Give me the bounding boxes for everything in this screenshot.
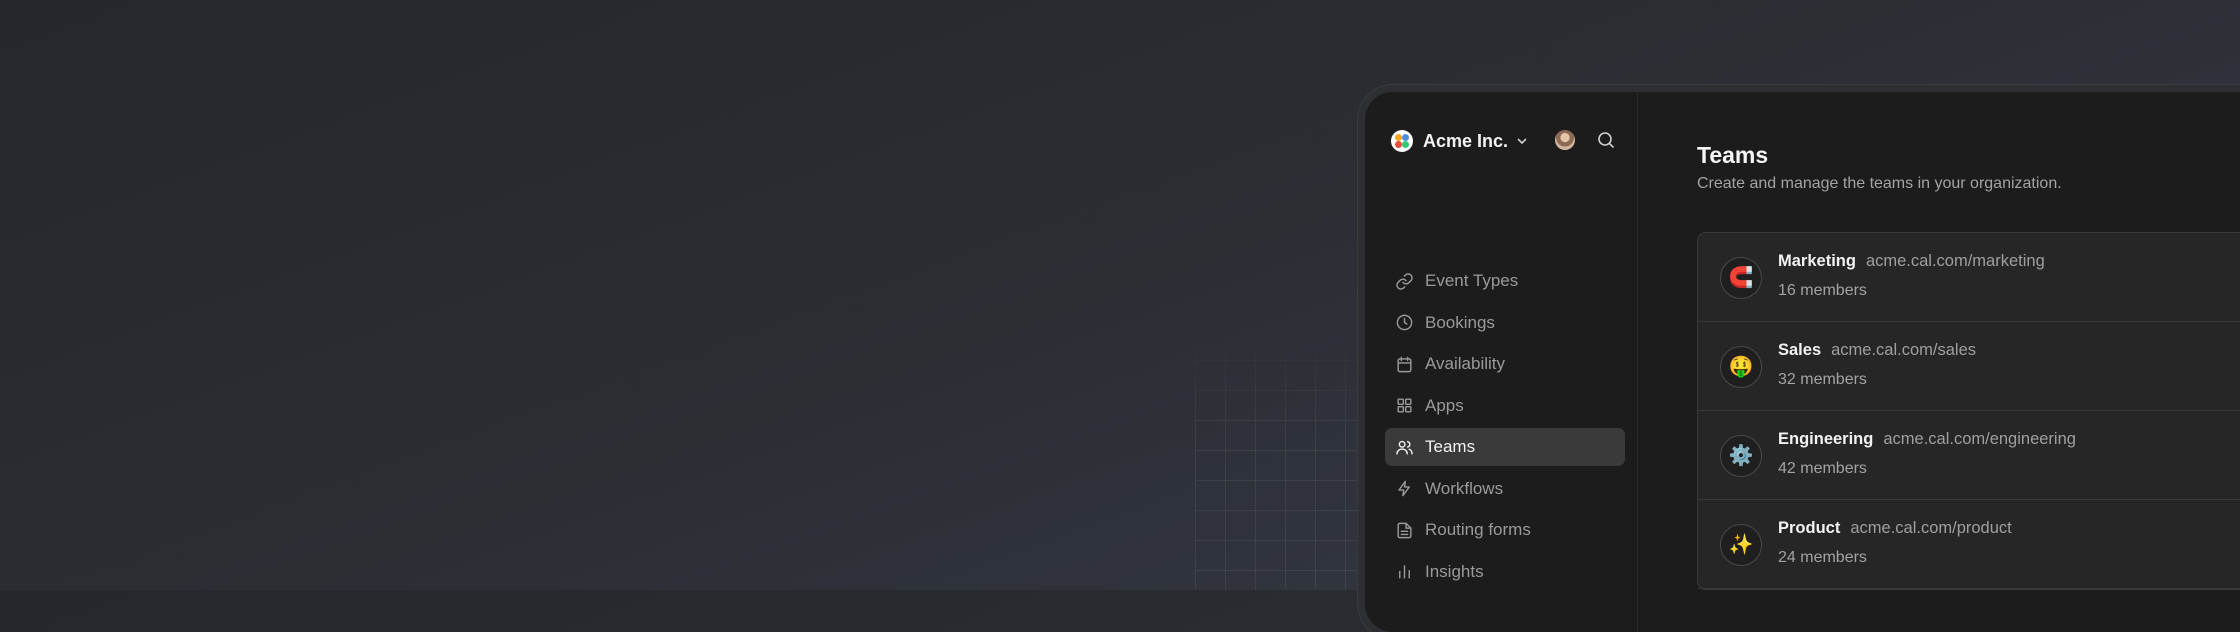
team-name: Engineering acme.cal.com/engineering	[1778, 430, 2076, 448]
sidebar-item-event-types[interactable]: Event Types	[1385, 262, 1625, 300]
team-row-product[interactable]: ✨ Product acme.cal.com/product 24 members	[1698, 500, 2240, 589]
team-member-count: 42 members	[1778, 460, 1867, 477]
clock-icon	[1396, 314, 1413, 331]
sidebar-item-label: Availability	[1425, 354, 1506, 373]
chevron-down-icon	[1517, 138, 1527, 144]
sidebar-item-teams[interactable]: Teams	[1385, 428, 1625, 466]
gear-icon: ⚙️	[1720, 435, 1762, 477]
sidebar-item-label: Insights	[1425, 561, 1484, 581]
link-icon	[1396, 272, 1413, 290]
team-name: Marketing acme.cal.com/marketing	[1778, 252, 2045, 270]
sidebar-item-routing-forms[interactable]: Routing forms	[1385, 511, 1625, 549]
team-name: Sales acme.cal.com/sales	[1778, 341, 1977, 359]
file-text-icon	[1397, 522, 1412, 538]
user-avatar[interactable]	[1555, 130, 1575, 150]
sidebar-item-insights[interactable]: Insights	[1385, 553, 1625, 591]
background-grid	[1195, 330, 1365, 590]
money-face-icon: 🤑	[1720, 346, 1762, 388]
sidebar: Acme Inc. Event Types Bookings Availabil…	[1365, 92, 1638, 632]
main-content: Teams Create and manage the teams in you…	[1637, 92, 2240, 632]
page-title: Teams	[1697, 142, 1769, 168]
sidebar-item-label: Event Types	[1425, 271, 1519, 290]
team-url[interactable]: acme.cal.com/marketing	[1866, 252, 2045, 270]
search-icon[interactable]	[1596, 130, 1616, 150]
grid-icon	[1397, 398, 1412, 413]
team-row-marketing[interactable]: 🧲 Marketing acme.cal.com/marketing 16 mem…	[1698, 233, 2240, 322]
sidebar-nav: Event Types Bookings Availability Apps T…	[1385, 262, 1625, 594]
sparkles-icon: ✨	[1720, 524, 1762, 566]
team-row-engineering[interactable]: ⚙️ Engineering acme.cal.com/engineering 4…	[1698, 411, 2240, 500]
bar-chart-icon	[1399, 565, 1410, 579]
sidebar-item-label: Apps	[1425, 395, 1464, 415]
sidebar-item-workflows[interactable]: Workflows	[1385, 470, 1625, 508]
users-icon	[1396, 440, 1413, 455]
sidebar-item-apps[interactable]: Apps	[1385, 387, 1625, 425]
app-window: Acme Inc. Event Types Bookings Availabil…	[1365, 92, 2240, 632]
magnet-icon: 🧲	[1720, 257, 1762, 299]
sidebar-item-label: Workflows	[1425, 478, 1504, 498]
team-url[interactable]: acme.cal.com/engineering	[1883, 430, 2076, 448]
team-member-count: 32 members	[1778, 371, 1867, 388]
team-url[interactable]: acme.cal.com/product	[1850, 519, 2011, 537]
org-switcher[interactable]: Acme Inc.	[1391, 128, 1528, 154]
team-member-count: 16 members	[1778, 282, 1867, 299]
org-logo	[1391, 130, 1413, 152]
team-row-sales[interactable]: 🤑 Sales acme.cal.com/sales 32 members	[1698, 322, 2240, 411]
sidebar-item-bookings[interactable]: Bookings	[1385, 304, 1625, 342]
org-name: Acme Inc.	[1423, 130, 1509, 151]
team-name: Product acme.cal.com/product	[1778, 519, 2012, 537]
teams-list: 🧲 Marketing acme.cal.com/marketing 16 mem…	[1697, 232, 2240, 590]
team-url[interactable]: acme.cal.com/sales	[1831, 341, 1976, 359]
page-subtitle: Create and manage the teams in your orga…	[1697, 175, 2062, 192]
sidebar-item-label: Bookings	[1425, 312, 1495, 332]
lightning-icon	[1398, 480, 1410, 497]
sidebar-item-availability[interactable]: Availability	[1385, 345, 1625, 383]
calendar-icon	[1397, 356, 1412, 372]
sidebar-item-label: Routing forms	[1425, 520, 1531, 539]
team-member-count: 24 members	[1778, 549, 1867, 566]
sidebar-item-label: Teams	[1425, 437, 1476, 456]
